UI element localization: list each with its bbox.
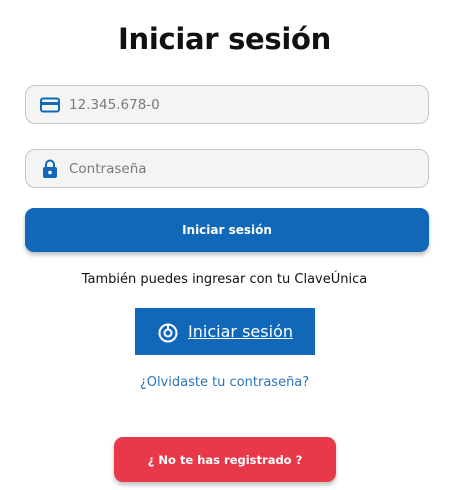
clave-unica-icon: [157, 321, 179, 343]
clave-unica-prompt: También puedes ingresar con tu ClaveÚnic…: [81, 272, 368, 287]
clave-unica-button-label: Iniciar sesión: [188, 322, 293, 341]
login-button[interactable]: Iniciar sesión: [25, 208, 429, 252]
password-field[interactable]: [25, 149, 429, 188]
rut-field[interactable]: [25, 85, 429, 124]
clave-unica-button[interactable]: Iniciar sesión: [135, 308, 315, 355]
register-button[interactable]: ¿ No te has registrado ?: [114, 437, 336, 482]
credit-card-icon: [39, 94, 61, 116]
lock-icon: [39, 158, 61, 180]
page-title: Iniciar sesión: [118, 22, 331, 56]
forgot-password-link[interactable]: ¿Olvidaste tu contraseña?: [0, 375, 449, 390]
rut-input[interactable]: [69, 96, 409, 113]
password-input[interactable]: [69, 160, 409, 177]
